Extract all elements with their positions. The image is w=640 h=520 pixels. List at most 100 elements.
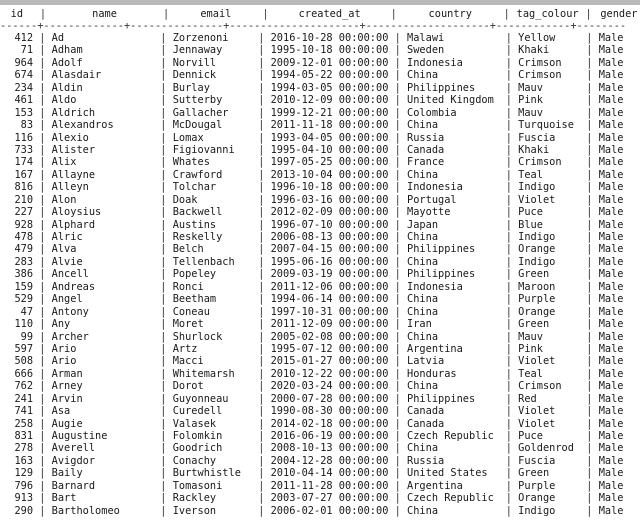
cell-gender: Male: [598, 81, 624, 94]
cell-id: 816: [14, 181, 34, 194]
cell-email: Guyonneau: [172, 392, 229, 405]
header-country: country: [428, 8, 472, 20]
cell-created-at: 2008-10-13 00:00:00: [270, 442, 389, 455]
column-separator: |: [154, 206, 173, 219]
cell-created-at: 1996-10-18 00:00:00: [270, 181, 389, 194]
cell-name: Aldo: [51, 94, 77, 107]
cell-created-at: 2020-03-24 00:00:00: [270, 380, 389, 393]
column-separator: |: [252, 156, 271, 169]
cell-name: Ad: [51, 32, 65, 44]
column-separator: |: [33, 454, 52, 467]
column-separator: |: [154, 143, 173, 156]
cell-email: Coneau: [172, 305, 210, 318]
column-separator: |: [33, 156, 52, 169]
cell-gender: Male: [598, 181, 624, 194]
column-separator: |: [154, 193, 173, 206]
column-separator: |: [388, 380, 408, 393]
cell-country: United States: [407, 467, 488, 480]
cell-tag-colour: Violet: [518, 417, 556, 430]
column-separator: |: [499, 380, 519, 393]
cell-country: United Kingdom: [407, 94, 494, 107]
column-separator: |: [33, 231, 52, 243]
cell-gender: Male: [598, 467, 624, 480]
column-separator: |: [580, 168, 599, 181]
column-separator: |: [580, 479, 599, 492]
table-row: 227 | Aloysius | Backwell | 2012-02-09 0…: [0, 206, 640, 218]
column-separator: |: [33, 442, 52, 455]
cell-gender: Male: [598, 56, 624, 69]
cell-created-at: 1999-12-21 00:00:00: [270, 106, 389, 119]
column-separator: |: [499, 181, 519, 194]
cell-tag-colour: Orange: [518, 492, 556, 505]
cell-gender: Male: [598, 293, 624, 306]
column-separator: |: [33, 106, 52, 119]
cell-id: 461: [14, 94, 34, 107]
cell-id: 831: [14, 430, 34, 442]
cell-created-at: 2013-10-04 00:00:00: [270, 168, 389, 181]
cell-id: 283: [14, 255, 34, 268]
cell-created-at: 2004-12-28 00:00:00: [270, 454, 389, 467]
column-separator: |: [388, 355, 408, 368]
cell-tag-colour: Violet: [518, 355, 556, 368]
column-separator: |: [33, 243, 52, 256]
column-separator: |: [388, 405, 408, 418]
column-separator: |: [499, 305, 519, 318]
cell-created-at: 2007-04-15 00:00:00: [270, 243, 389, 256]
table-row: 478 | Alric | Reskelly | 2006-08-13 00:0…: [0, 231, 640, 243]
column-separator: |: [154, 255, 173, 268]
column-separator: |: [252, 442, 271, 455]
column-separator: |: [580, 156, 599, 169]
cell-tag-colour: Green: [518, 318, 550, 331]
cell-tag-colour: Green: [518, 268, 550, 281]
column-separator: |: [499, 143, 519, 156]
cell-id: 964: [14, 56, 34, 69]
cell-email: Beetham: [172, 293, 217, 306]
cell-email: Dorot: [172, 380, 204, 393]
column-separator: |: [388, 255, 408, 268]
cell-created-at: 2006-02-01 00:00:00: [270, 504, 389, 517]
cell-tag-colour: Crimson: [518, 380, 562, 393]
table-row: 258 | Augie | Valasek | 2014-02-18 00:00…: [0, 418, 640, 430]
cell-country: Czech Republic: [407, 492, 494, 505]
cell-created-at: 2011-11-18 00:00:00: [270, 119, 389, 132]
column-separator: |: [499, 293, 519, 306]
cell-created-at: 1995-07-12 00:00:00: [270, 342, 389, 355]
column-separator: |: [388, 243, 408, 256]
column-separator: |: [580, 367, 599, 380]
table-row: 386 | Ancell | Popeley | 2009-03-19 00:0…: [0, 268, 640, 280]
column-separator: |: [33, 430, 52, 442]
cell-email: Belch: [172, 243, 204, 256]
column-separator: |: [252, 454, 271, 467]
column-separator: |: [252, 492, 271, 505]
cell-gender: Male: [598, 168, 624, 181]
column-separator: |: [33, 94, 52, 107]
column-separator: |: [33, 218, 52, 231]
cell-gender: Male: [598, 430, 624, 442]
cell-tag-colour: Puce: [518, 206, 543, 219]
cell-id: 167: [14, 168, 34, 181]
column-separator: |: [580, 181, 599, 194]
table-row: 461 | Aldo | Sutterby | 2010-12-09 00:00…: [0, 94, 640, 106]
cell-tag-colour: Fuscia: [518, 131, 556, 144]
cell-name: Aldrich: [51, 106, 96, 119]
column-separator: |: [154, 318, 173, 331]
cell-created-at: 2010-12-22 00:00:00: [270, 367, 389, 380]
cell-gender: Male: [598, 318, 624, 331]
cell-country: France: [407, 156, 445, 169]
cell-email: Moret: [172, 318, 204, 331]
cell-country: Argentina: [407, 342, 463, 355]
cell-created-at: 2005-02-08 00:00:00: [270, 330, 389, 343]
column-separator: |: [499, 56, 519, 69]
cell-name: Adham: [51, 44, 83, 57]
column-separator: |: [154, 355, 173, 368]
column-separator: |: [499, 479, 519, 492]
column-separator: |: [33, 467, 52, 480]
cell-gender: Male: [598, 380, 624, 393]
column-separator: |: [33, 380, 52, 393]
cell-country: Philippines: [407, 81, 476, 94]
cell-tag-colour: Violet: [518, 405, 556, 418]
cell-gender: Male: [598, 330, 624, 343]
cell-gender: Male: [598, 405, 624, 418]
cell-email: Dennick: [172, 69, 217, 82]
column-separator: |: [252, 44, 271, 57]
